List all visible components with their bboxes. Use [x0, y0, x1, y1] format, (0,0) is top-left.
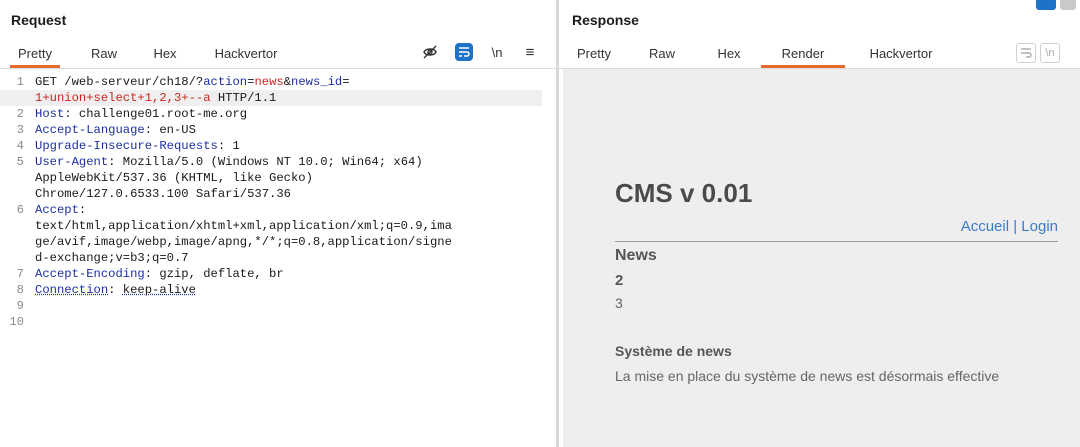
- response-title: Response: [572, 12, 639, 28]
- code-line[interactable]: 4 Upgrade-Insecure-Requests: 1: [0, 138, 542, 154]
- wrap-lines-icon[interactable]: [1016, 43, 1036, 63]
- section-heading: Système de news: [615, 343, 732, 359]
- code-text: text/html,application/xhtml+xml,applicat…: [35, 219, 452, 233]
- code-line[interactable]: ge/avif,image/webp,image/apng,*/*;q=0.8,…: [0, 234, 542, 250]
- tab-hex[interactable]: Hex: [148, 40, 182, 67]
- layout-stack-icon[interactable]: [1060, 0, 1076, 10]
- line-number: 4: [16, 139, 24, 153]
- site-nav-links[interactable]: Accueil | Login: [961, 218, 1058, 235]
- code-line[interactable]: AppleWebKit/537.36 (KHTML, like Gecko): [0, 170, 542, 186]
- line-number: 9: [16, 299, 24, 313]
- menu-icon[interactable]: ≡: [522, 44, 538, 62]
- layout-toggle[interactable]: [1020, 0, 1080, 12]
- code-line[interactable]: 5 User-Agent: Mozilla/5.0 (Windows NT 10.…: [0, 154, 542, 170]
- response-pane: Response Pretty Raw Hex Render Hackverto…: [559, 0, 1080, 447]
- code-text: 1+union+select+1,2,3+--a HTTP/1.1: [35, 91, 277, 105]
- site-title: CMS v 0.01: [615, 178, 753, 208]
- code-text: Connection: keep-alive: [35, 283, 196, 297]
- hide-icon[interactable]: [421, 44, 439, 65]
- code-line[interactable]: text/html,application/xhtml+xml,applicat…: [0, 218, 542, 234]
- wrap-lines-icon[interactable]: [455, 43, 473, 61]
- news-item: 3: [615, 295, 623, 311]
- code-text: Chrome/127.0.6533.100 Safari/537.36: [35, 187, 291, 201]
- code-text: User-Agent: Mozilla/5.0 (Windows NT 10.0…: [35, 155, 423, 169]
- render-view: CMS v 0.01 Accueil | Login News 2 3 Syst…: [563, 69, 1080, 447]
- code-text: AppleWebKit/537.36 (KHTML, like Gecko): [35, 171, 313, 185]
- code-line[interactable]: 3 Accept-Language: en-US: [0, 122, 542, 138]
- code-line[interactable]: 7 Accept-Encoding: gzip, deflate, br: [0, 266, 542, 282]
- request-editor[interactable]: 1 GET /web-serveur/ch18/?action=news&news…: [0, 69, 556, 447]
- line-number: 8: [16, 283, 24, 297]
- tab-hex[interactable]: Hex: [712, 40, 746, 67]
- request-pane: Request Pretty Raw Hex Hackvertor \n ≡ 1…: [0, 0, 556, 447]
- tab-hackvertor[interactable]: Hackvertor: [859, 40, 943, 67]
- line-number: 3: [16, 123, 24, 137]
- code-line[interactable]: 9: [0, 298, 542, 314]
- line-number: 5: [16, 155, 24, 169]
- code-line[interactable]: 2 Host: challenge01.root-me.org: [0, 106, 542, 122]
- code-line[interactable]: 1+union+select+1,2,3+--a HTTP/1.1: [0, 90, 542, 106]
- code-text: Upgrade-Insecure-Requests: 1: [35, 139, 240, 153]
- news-item: 2: [615, 272, 624, 289]
- line-number: 6: [16, 203, 24, 217]
- line-number: 7: [16, 267, 24, 281]
- request-title: Request: [11, 12, 67, 28]
- newline-toggle[interactable]: \n: [487, 44, 507, 62]
- line-number: 2: [16, 107, 24, 121]
- code-text: GET /web-serveur/ch18/?action=news&news_…: [35, 75, 350, 89]
- layout-split-icon[interactable]: [1036, 0, 1056, 10]
- tab-raw[interactable]: Raw: [84, 40, 124, 67]
- response-tabs: Pretty Raw Hex Render Hackvertor: [559, 40, 1080, 69]
- code-line[interactable]: d-exchange;v=b3;q=0.7: [0, 250, 542, 266]
- code-text: Accept-Encoding: gzip, deflate, br: [35, 267, 284, 281]
- news-heading: News: [615, 247, 657, 264]
- line-number: 10: [9, 315, 24, 329]
- code-text: ge/avif,image/webp,image/apng,*/*;q=0.8,…: [35, 235, 452, 249]
- line-number: 1: [16, 75, 24, 89]
- code-text: Accept-Language: en-US: [35, 123, 196, 137]
- section-text: La mise en place du système de news est …: [615, 368, 1000, 384]
- newline-toggle[interactable]: \n: [1040, 43, 1060, 63]
- tab-pretty[interactable]: Pretty: [569, 40, 619, 67]
- tab-raw[interactable]: Raw: [642, 40, 682, 67]
- code-line[interactable]: 1 GET /web-serveur/ch18/?action=news&news…: [0, 74, 542, 90]
- tab-hackvertor[interactable]: Hackvertor: [205, 40, 287, 67]
- code-line[interactable]: 8 Connection: keep-alive: [0, 282, 542, 298]
- code-text: Host: challenge01.root-me.org: [35, 107, 248, 121]
- divider: [615, 241, 1058, 242]
- code-line[interactable]: Chrome/127.0.6533.100 Safari/537.36: [0, 186, 542, 202]
- tab-render[interactable]: Render: [761, 40, 845, 68]
- code-text: Accept:: [35, 203, 87, 217]
- code-text: d-exchange;v=b3;q=0.7: [35, 251, 189, 265]
- code-line[interactable]: 10: [0, 314, 542, 330]
- tab-pretty[interactable]: Pretty: [10, 40, 60, 68]
- code-line[interactable]: 6 Accept:: [0, 202, 542, 218]
